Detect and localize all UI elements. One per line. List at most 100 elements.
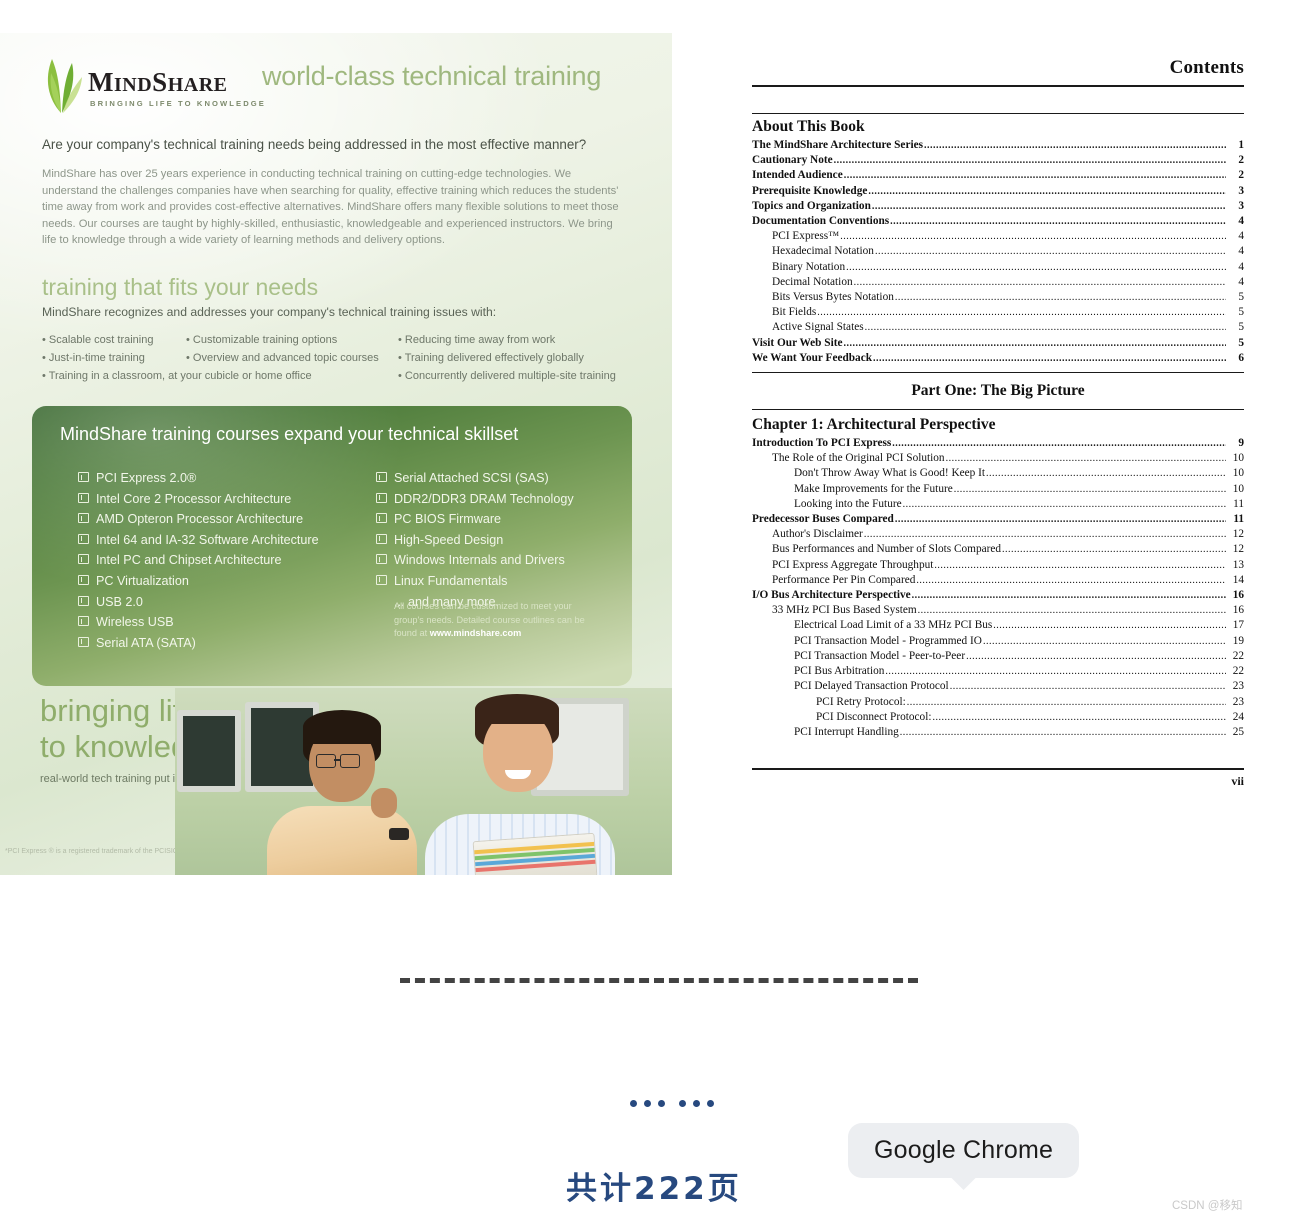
toc-entry[interactable]: PCI Express™ ...........................… [752,229,1244,244]
toc-entry-label: PCI Express™ [772,230,840,243]
toc-entry[interactable]: Visit Our Web Site .....................… [752,336,1244,351]
toc-entry[interactable]: PCI Transaction Model - Peer-to-Peer ...… [752,649,1244,664]
toc-entry-page: 4 [1238,275,1244,288]
toc-leader-dots: ........................................… [890,216,1226,228]
toc-leader-dots: ........................................… [885,666,1226,678]
toc-entry[interactable]: Documentation Conventions ..............… [752,214,1244,229]
course-label: PC BIOS Firmware [394,512,502,527]
toc-entry[interactable]: PCI Delayed Transaction Protocol .......… [752,679,1244,694]
toc-leader-dots: ........................................… [966,650,1226,662]
toc-leader-dots: ........................................… [906,696,1226,708]
course-item: High-Speed Design [376,530,626,551]
course-label: PC Virtualization [96,573,189,588]
toc-entry[interactable]: PCI Bus Arbitration ....................… [752,664,1244,679]
toc-leader-dots: ........................................… [894,292,1226,304]
toc-leader-dots: ........................................… [873,352,1226,364]
toc-entry-page: 4 [1238,230,1244,243]
toc-leader-dots: ........................................… [843,170,1226,182]
toc-entry-page: 11 [1233,497,1244,510]
toc-entry[interactable]: Performance Per Pin Compared ...........… [752,573,1244,588]
book-icon [78,533,89,544]
toc-entry-label: PCI Bus Arbitration [794,665,885,678]
toc-entry[interactable]: Looking into the Future ................… [752,497,1244,512]
course-item: Intel Core 2 Processor Architecture [78,489,378,510]
toc-entry[interactable]: Bits Versus Bytes Notation .............… [752,290,1244,305]
toc-entry[interactable]: I/O Bus Architecture Perspective .......… [752,588,1244,603]
toc-entry-label: Electrical Load Limit of a 33 MHz PCI Bu… [794,619,993,632]
course-item: Linux Fundamentals [376,571,626,592]
course-label: Intel Core 2 Processor Architecture [96,491,292,506]
toc-entry-label: Intended Audience [752,169,843,182]
toc-entry[interactable]: Decimal Notation .......................… [752,275,1244,290]
toc-leader-dots: ........................................… [982,635,1226,647]
chrome-tooltip: Google Chrome [848,1123,1080,1190]
dot-group [630,1100,665,1107]
toc-entry[interactable]: PCI Express Aggregate Throughput .......… [752,558,1244,573]
toc-leader-dots: ........................................… [853,276,1226,288]
toc-entry-label: 33 MHz PCI Bus Based System [772,604,917,617]
course-label: Intel 64 and IA-32 Software Architecture [96,532,319,547]
book-icon [376,554,387,565]
toc-entry[interactable]: Cautionary Note ........................… [752,153,1244,168]
toc-entry-page: 25 [1232,725,1244,738]
toc-entry[interactable]: Predecessor Buses Compared .............… [752,512,1244,527]
toc-entry[interactable]: Bit Fields .............................… [752,305,1244,320]
toc-entry[interactable]: PCI Disconnect Protocol: ...............… [752,710,1244,725]
course-item: PC BIOS Firmware [376,509,626,530]
toc-leader-dots: ........................................… [874,246,1226,258]
toc-entry[interactable]: Topics and Organization ................… [752,199,1244,214]
toc-leader-dots: ........................................… [917,605,1226,617]
dot-group [679,1100,714,1107]
toc-entry[interactable]: PCI Transaction Model - Programmed IO ..… [752,634,1244,649]
toc-entry[interactable]: Electrical Load Limit of a 33 MHz PCI Bu… [752,618,1244,633]
toc-entry[interactable]: Introduction To PCI Express ............… [752,436,1244,451]
toc-entry[interactable]: PCI Retry Protocol: ....................… [752,695,1244,710]
books-stack [473,833,597,875]
toc-entry[interactable]: We Want Your Feedback ..................… [752,351,1244,366]
book-icon [78,472,89,482]
toc-entry[interactable]: Prerequisite Knowledge .................… [752,184,1244,199]
toc-entry[interactable]: Author's Disclaimer ....................… [752,527,1244,542]
toc-leader-dots: ........................................… [986,468,1226,480]
toc-entry-label: Bits Versus Bytes Notation [772,291,894,304]
toc-entry-page: 4 [1238,215,1244,228]
toc-leader-dots: ........................................… [864,322,1226,334]
toc-entry[interactable]: The Role of the Original PCI Solution ..… [752,451,1244,466]
toc-entry[interactable]: PCI Interrupt Handling .................… [752,725,1244,740]
toc-entry-label: Bit Fields [772,306,817,319]
toc-entry-page: 4 [1238,245,1244,258]
book-icon [376,472,387,482]
ad-section-sub: MindShare recognizes and addresses your … [42,305,497,319]
part-rule-bottom [752,409,1244,411]
bullet-item: • Training delivered effectively globall… [398,352,584,364]
ad-headline: world-class technical training [262,61,602,91]
course-item: Intel PC and Chipset Architecture [78,550,378,571]
toc-entry[interactable]: Hexadecimal Notation ...................… [752,244,1244,259]
course-label: DDR2/DDR3 DRAM Technology [394,491,574,506]
course-note-website[interactable]: www.mindshare.com [430,628,522,638]
toc-entry[interactable]: Active Signal States ...................… [752,320,1244,335]
table-of-contents-page: Contents About This Book The MindShare A… [752,57,1244,789]
course-column-right: Serial Attached SCSI (SAS) DDR2/DDR3 DRAM… [376,468,626,612]
bullet-item: • Concurrently delivered multiple-site t… [398,370,616,382]
about-entry-list: The MindShare Architecture Series ......… [752,138,1244,366]
course-label: Windows Internals and Drivers [394,553,565,568]
course-item: DDR2/DDR3 DRAM Technology [376,489,626,510]
toc-entry-page: 22 [1232,665,1244,678]
toc-entry-label: Don't Throw Away What is Good! Keep It [794,467,986,480]
course-label: Serial Attached SCSI (SAS) [394,471,549,485]
toc-leader-dots: ........................................… [840,231,1226,243]
ellipsis-indicator [630,1100,714,1107]
toc-leader-dots: ........................................… [911,590,1226,602]
toc-entry-label: PCI Delayed Transaction Protocol [794,680,949,693]
course-label: Intel PC and Chipset Architecture [96,553,282,568]
toc-entry[interactable]: The MindShare Architecture Series ......… [752,138,1244,153]
toc-entry[interactable]: Bus Performances and Number of Slots Com… [752,542,1244,557]
toc-entry-page: 4 [1238,260,1244,273]
bullet-item: • Reducing time away from work [398,334,556,346]
toc-entry[interactable]: Make Improvements for the Future .......… [752,482,1244,497]
toc-entry[interactable]: Intended Audience ......................… [752,168,1244,183]
toc-entry[interactable]: Binary Notation ........................… [752,260,1244,275]
toc-entry[interactable]: Don't Throw Away What is Good! Keep It .… [752,466,1244,481]
toc-entry[interactable]: 33 MHz PCI Bus Based System ............… [752,603,1244,618]
